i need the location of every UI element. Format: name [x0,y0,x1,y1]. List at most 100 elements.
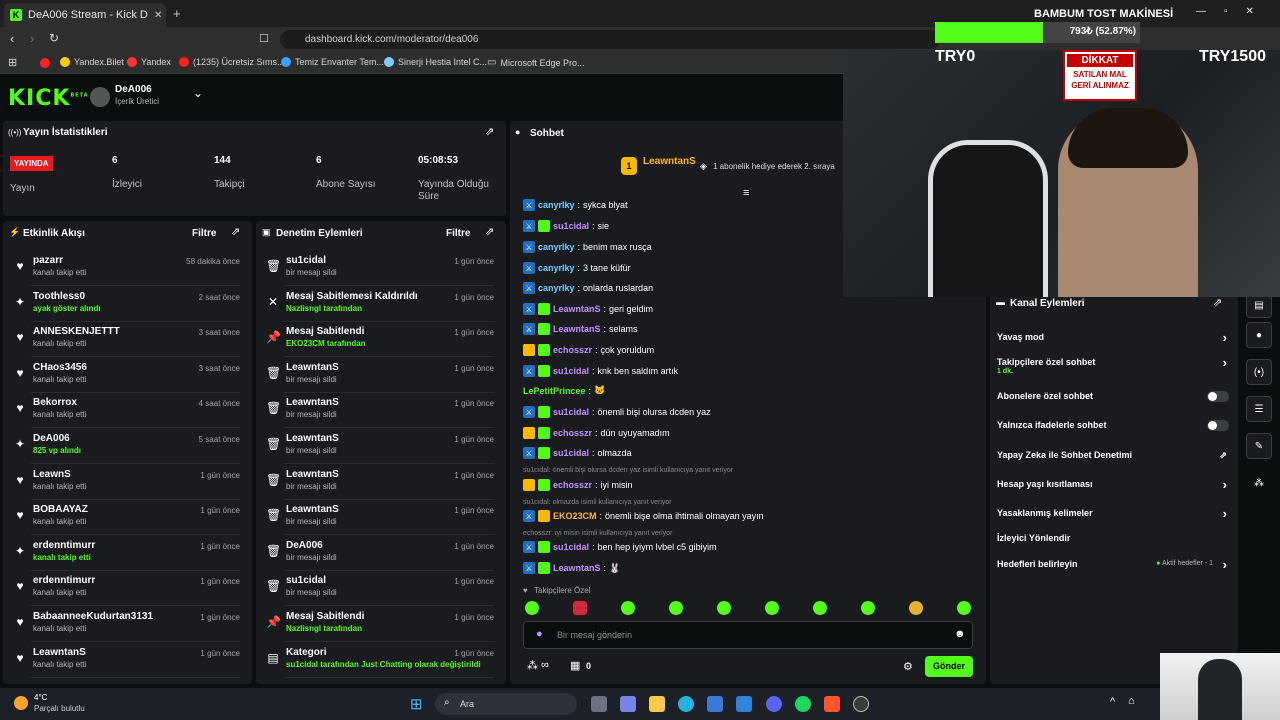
back-icon[interactable]: ‹ [10,31,14,46]
bookmark-yandex-bilet[interactable]: Yandex.Bilet [60,57,124,67]
emoji-icon[interactable]: ☻ [954,628,966,640]
emote-4-icon[interactable] [669,601,683,615]
chat-username[interactable]: echosszr [553,345,592,355]
activity-user[interactable]: Toothless0 [33,291,85,302]
moderation-row[interactable]: 🗑 LeawntanS bir mesajı sildi 1 gün önce [256,500,506,536]
chat-message[interactable]: LePetitPrincee: 🐱 [523,385,605,396]
activity-row[interactable]: ✦ erdenntimurr kanalı takip etti 1 gün önce [3,536,252,571]
bookmark-star-icon[interactable]: ☐ [259,32,269,45]
chat-username[interactable]: echosszr [553,428,592,438]
send-button[interactable]: Gönder [925,656,973,677]
moderation-row[interactable]: 🗑 DeA006 bir mesajı sildi 1 gün önce [256,536,506,571]
popout-icon[interactable]: ⇗ [485,225,494,238]
activity-row[interactable]: ✦ Toothless0 ayak göster alındı 2 saat önce [3,287,252,322]
chat-username[interactable]: canyrlky [538,283,575,293]
emote-1-icon[interactable] [525,601,539,615]
close-window-icon[interactable]: ✕ [1246,6,1254,17]
channel-setting[interactable]: İzleyici Yönlendir [997,533,1229,547]
bookmark-sinerji[interactable]: Sinerji Hestia Intel C... [384,57,487,67]
chat-input[interactable]: ● Bir mesaj gönderin ☻ [523,621,973,649]
emote-3-icon[interactable] [621,601,635,615]
chat-username[interactable]: canyrlky [538,200,575,210]
maximize-icon[interactable]: ▫ [1224,6,1228,17]
activity-user[interactable]: DeA006 [33,433,70,444]
activity-row[interactable]: ♥ BabaanneeKudurtan3131 kanalı takip etti 1… [3,607,252,642]
chat-message[interactable]: ⚔ su1cidal: olmazda [523,447,632,459]
channel-switch-chevron-icon[interactable]: ⌄ [193,86,203,100]
popout-icon[interactable]: ⇗ [1213,296,1222,309]
activity-user[interactable]: BOBAAYAZ [33,504,88,515]
chat-message[interactable]: ⚔ EKO23CM: önemli bişe olma ihtimali olmay… [523,510,764,522]
chat-username[interactable]: LeawntanS [553,563,601,573]
chat-message[interactable]: ⚔ canyrlky:3 tane küfür [523,262,631,274]
moderation-row[interactable]: 🗑 LeawntanS bir mesajı sildi 1 gün önce [256,393,506,429]
minimize-icon[interactable]: — [1196,6,1206,17]
activity-user[interactable]: ANNESKENJETTT [33,326,120,337]
activity-row[interactable]: ♥ BOBAAYAZ kanalı takip etti 1 gün önce [3,500,252,536]
activity-row[interactable]: ♥ LeawntanS kanalı takip etti 1 gün önce [3,643,252,678]
spotify-icon[interactable] [795,696,811,712]
store-icon[interactable] [707,696,723,712]
activity-user[interactable]: LeawntanS [33,647,86,658]
chat-username[interactable]: LeawntanS [553,304,601,314]
emote-2-icon[interactable] [573,601,587,615]
activity-row[interactable]: ✦ DeA006 825 vp alındı 5 saat önce [3,429,252,464]
popout-icon[interactable]: ⇗ [485,125,494,138]
moderation-row[interactable]: 🗑 su1cidal bir mesajı sildi 1 gün önce [256,571,506,607]
chat-username[interactable]: EKO23CM [553,511,597,521]
task-view-icon[interactable] [591,696,607,712]
activity-row[interactable]: ♥ Bekorrox kanalı takip etti 4 saat önce [3,393,252,429]
bookmark-temiz-envanter[interactable]: Temiz Envanter Tem... [281,57,384,67]
tray-chevron-icon[interactable]: ^ [1110,696,1115,708]
activity-user[interactable]: erdenntimurr [33,575,95,586]
moderation-row[interactable]: ▤ Kategori su1cidal tarafından Just Chatti… [256,643,506,678]
chat-username[interactable]: LePetitPrincee [523,386,586,396]
chat-username[interactable]: su1cidal [553,407,589,417]
taskbar-search[interactable]: ⌕ Ara [435,693,577,715]
chat-username[interactable]: canyrlky [538,263,575,273]
chat-message[interactable]: echosszr: dün uyuyamadım [523,427,670,439]
moderation-row[interactable]: 🗑 LeawntanS bir mesajı sildi 1 gün önce [256,429,506,464]
toggle-switch[interactable] [1207,391,1229,402]
network-icon[interactable]: ⌂ [1128,695,1135,707]
chat-message[interactable]: echosszr: iyi misin [523,479,633,491]
chat-username[interactable]: echosszr [553,480,592,490]
chat-message[interactable]: ⚔ LeawntanS: selams [523,323,638,335]
channel-setting[interactable]: Hedefleri belirleyin › ● Aktif hedefler - … [997,557,1229,573]
activity-row[interactable]: ♥ LeawnS kanalı takip etti 1 gün önce [3,465,252,500]
points-icon[interactable]: ⁂ [527,659,538,672]
chat-message[interactable]: ⚔ su1cidal: knk ben saldım artık [523,365,678,377]
activity-user[interactable]: BabaanneeKudurtan3131 [33,611,153,622]
activity-user[interactable]: Bekorrox [33,397,77,408]
chat-message[interactable]: ⚔ canyrlky: sykca blyat [523,199,628,211]
teams-icon[interactable] [620,696,636,712]
forward-icon[interactable]: › [30,31,34,46]
chat-username[interactable]: LeawntanS [553,324,601,334]
brave-icon[interactable] [824,696,840,712]
chat-message[interactable]: ⚔ su1cidal: sie [523,220,609,232]
chat-username[interactable]: su1cidal [553,366,589,376]
chat-message[interactable]: ⚔ LeawntanS: 🐰 [523,562,620,574]
url-field[interactable]: dashboard.kick.com/moderator/dea006 [280,30,940,49]
channel-setting[interactable]: Yavaş mod › [997,330,1229,346]
chat-username[interactable]: canyrlky [538,242,575,252]
emote-10-icon[interactable] [957,601,971,615]
chat-message[interactable]: ⚔ canyrlky: onlarda ruslardan [523,282,653,294]
apps-grid-icon[interactable]: ⊞ [8,56,17,69]
moderation-filter-button[interactable]: Filtre [446,228,470,239]
file-explorer-icon[interactable] [649,696,665,712]
sidebar-moderation-button[interactable]: ☰ [1246,396,1272,422]
mic-icon[interactable]: ● [536,628,543,640]
bookmark-yandex[interactable]: Yandex [127,57,171,67]
channel-setting[interactable]: Abonelere özel sohbet [997,391,1229,405]
channel-setting[interactable]: Yalnızca ifadelerle sohbet [997,420,1229,434]
chat-message[interactable]: ⚔ su1cidal: ben hep iyiym lvbel c5 gibiyim [523,541,717,553]
sidebar-chat-button[interactable]: ● [1246,322,1272,348]
toggle-switch[interactable] [1207,420,1229,431]
moderation-row[interactable]: 🗑 LeawntanS bir mesajı sildi 1 gün önce [256,465,506,500]
sidebar-tools-button[interactable]: ✎ [1246,433,1272,459]
kick-logo[interactable]: KICKBETA [8,86,89,111]
activity-filter-button[interactable]: Filtre [192,228,216,239]
sidebar-broadcast-button[interactable]: (•) [1246,359,1272,385]
obs-icon[interactable] [853,696,869,712]
